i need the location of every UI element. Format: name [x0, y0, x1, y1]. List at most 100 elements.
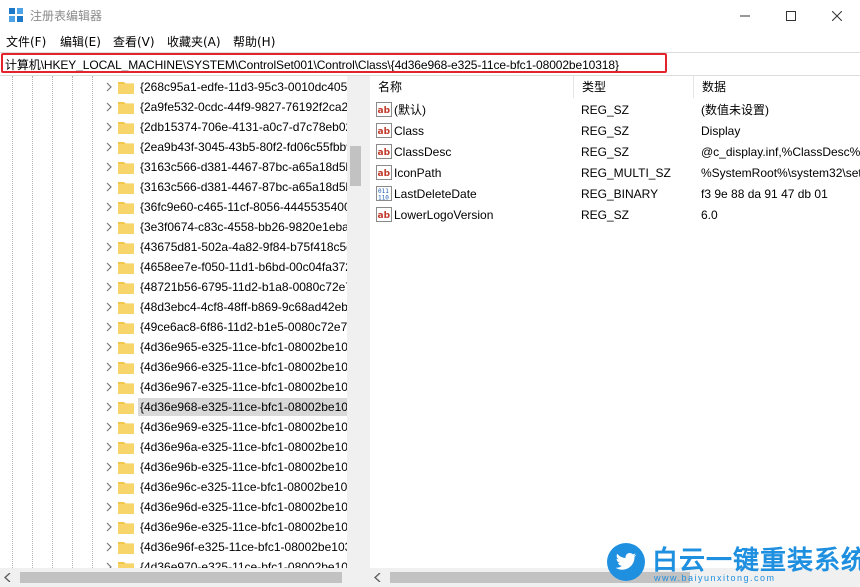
tree-item[interactable]: {2a9fe532-0cdc-44f9-9827-76192f2ca2fb}	[104, 97, 352, 117]
tree-guide-line	[12, 76, 13, 568]
svg-text:ab: ab	[378, 148, 391, 158]
tree-hscroll-thumb[interactable]	[20, 572, 342, 583]
tree-guide-line	[72, 76, 73, 568]
menu-view[interactable]: 查看(V)	[113, 33, 155, 50]
tree-item-label: {2ea9b43f-3045-43b5-80f2-fd06c55fbb90}	[140, 140, 352, 154]
tree-item[interactable]: {4d36e969-e325-11ce-bfc1-08002be10318}	[104, 417, 352, 437]
binary-value-icon: 011110	[376, 186, 392, 201]
chevron-right-icon[interactable]	[104, 321, 114, 333]
tree-item[interactable]: {268c95a1-edfe-11d3-95c3-0010dc4050a5}	[104, 77, 352, 97]
svg-text:110: 110	[378, 195, 389, 202]
tree-item-label: {3e3f0674-c83c-4558-bb26-9820e1eba5c5}	[140, 220, 352, 234]
tree-item[interactable]: {4d36e96b-e325-11ce-bfc1-08002be10318}	[104, 457, 352, 477]
value-data: Display	[701, 124, 741, 138]
chevron-right-icon[interactable]	[104, 261, 114, 273]
tree-item[interactable]: {4d36e966-e325-11ce-bfc1-08002be10318}	[104, 357, 352, 377]
value-row[interactable]: ab ClassDesc REG_SZ @c_display.inf,%ClassDe…	[370, 141, 860, 162]
tree-item[interactable]: {3163c566-d381-4467-87bc-a65a18d5b649}	[104, 177, 352, 197]
chevron-right-icon[interactable]	[104, 521, 114, 533]
value-name: LastDeleteDate	[394, 187, 477, 201]
value-row[interactable]: ab Class REG_SZ Display	[370, 120, 860, 141]
menu-file[interactable]: 文件(F)	[6, 33, 46, 50]
tree-item[interactable]: {2db15374-706e-4131-a0c7-d7c78eb0289a}	[104, 117, 352, 137]
chevron-right-icon[interactable]	[104, 381, 114, 393]
scroll-left-icon[interactable]	[4, 573, 12, 582]
column-data-header[interactable]: 数据	[694, 76, 860, 98]
tree-item[interactable]: {4658ee7e-f050-11d1-b6bd-00c04fa372a7}	[104, 257, 352, 277]
chevron-right-icon[interactable]	[104, 421, 114, 433]
minimize-button[interactable]	[722, 0, 768, 31]
tree-item[interactable]: {43675d81-502a-4a82-9f84-b75f418c5dea}	[104, 237, 352, 257]
chevron-right-icon[interactable]	[104, 121, 114, 133]
chevron-right-icon[interactable]	[104, 81, 114, 93]
value-row[interactable]: 011 110 LastDeleteDate REG_BINARY f3 9e 88 d…	[370, 183, 860, 204]
tree-item[interactable]: {3163c566-d381-4467-87bc-a65a18d5b648}	[104, 157, 352, 177]
tree-item[interactable]: {4d36e970-e325-11ce-bfc1-08002be10318}	[104, 557, 352, 568]
chevron-right-icon[interactable]	[104, 101, 114, 113]
maximize-icon	[786, 10, 796, 21]
tree-item[interactable]: {2ea9b43f-3045-43b5-80f2-fd06c55fbb90}	[104, 137, 352, 157]
folder-icon	[118, 102, 134, 114]
chevron-right-icon[interactable]	[104, 401, 114, 413]
chevron-right-icon[interactable]	[104, 341, 114, 353]
tree-item-label: {4d36e96a-e325-11ce-bfc1-08002be10318}	[140, 440, 352, 454]
tree-vertical-scrollbar[interactable]	[347, 76, 364, 568]
folder-icon	[118, 262, 134, 274]
string-value-icon: ab	[376, 102, 392, 117]
value-name: (默认)	[394, 103, 426, 117]
tree-item-label: {36fc9e60-c465-11cf-8056-444553540000}	[140, 200, 352, 214]
menu-favorites[interactable]: 收藏夹(A)	[167, 33, 221, 50]
tree-item-label: {4d36e96b-e325-11ce-bfc1-08002be10318}	[140, 460, 352, 474]
maximize-button[interactable]	[768, 0, 814, 31]
column-name-header[interactable]: 名称	[370, 76, 574, 98]
tree-item[interactable]: {4d36e96d-e325-11ce-bfc1-08002be10318}	[104, 497, 352, 517]
tree-item[interactable]: {3e3f0674-c83c-4558-bb26-9820e1eba5c5}	[104, 217, 352, 237]
chevron-right-icon[interactable]	[104, 541, 114, 553]
chevron-right-icon[interactable]	[104, 481, 114, 493]
menu-edit[interactable]: 编辑(E)	[60, 33, 101, 50]
chevron-right-icon[interactable]	[104, 361, 114, 373]
value-row[interactable]: ab IconPath REG_MULTI_SZ %SystemRoot%\syste…	[370, 162, 860, 183]
value-data: %SystemRoot%\system32\setupapi.dll,-1	[701, 166, 860, 180]
chevron-right-icon[interactable]	[104, 181, 114, 193]
tree-item[interactable]: {4d36e96e-e325-11ce-bfc1-08002be10318}	[104, 517, 352, 537]
close-button[interactable]	[814, 0, 860, 31]
tree-horizontal-scrollbar[interactable]	[0, 568, 364, 587]
folder-icon	[118, 282, 134, 294]
tree-item-label: {4d36e967-e325-11ce-bfc1-08002be10318}	[140, 380, 352, 394]
chevron-right-icon[interactable]	[104, 241, 114, 253]
column-type-header[interactable]: 类型	[574, 76, 694, 98]
chevron-right-icon[interactable]	[104, 501, 114, 513]
chevron-right-icon[interactable]	[104, 461, 114, 473]
tree-item[interactable]: {36fc9e60-c465-11cf-8056-444553540000}	[104, 197, 352, 217]
watermark-logo: 白云一键重装系统 www.baiyunxitong.com	[604, 540, 860, 584]
tree-item[interactable]: {4d36e968-e325-11ce-bfc1-08002be10318}	[104, 397, 352, 417]
chevron-right-icon[interactable]	[104, 441, 114, 453]
menu-help[interactable]: 帮助(H)	[233, 33, 275, 50]
tree-item[interactable]: {4d36e96f-e325-11ce-bfc1-08002be10318}	[104, 537, 352, 557]
tree-item[interactable]: {4d36e967-e325-11ce-bfc1-08002be10318}	[104, 377, 352, 397]
tree-item[interactable]: {49ce6ac8-6f86-11d2-b1e5-0080c72e74a2}	[104, 317, 352, 337]
chevron-right-icon[interactable]	[104, 141, 114, 153]
tree-item[interactable]: {48721b56-6795-11d2-b1a8-0080c72e74a2}	[104, 277, 352, 297]
value-row[interactable]: ab LowerLogoVersion REG_SZ 6.0	[370, 204, 860, 225]
tree-item[interactable]: {4d36e96a-e325-11ce-bfc1-08002be10318}	[104, 437, 352, 457]
chevron-right-icon[interactable]	[104, 201, 114, 213]
address-bar[interactable]: 计算机\HKEY_LOCAL_MACHINE\SYSTEM\ControlSet…	[0, 52, 860, 76]
chevron-right-icon[interactable]	[104, 281, 114, 293]
chevron-right-icon[interactable]	[104, 561, 114, 568]
tree-item[interactable]: {48d3ebc4-4cf8-48ff-b869-9c68ad42eb9f}	[104, 297, 352, 317]
value-row[interactable]: ab (默认) REG_SZ (数值未设置)	[370, 99, 860, 120]
tree-item[interactable]: {4d36e965-e325-11ce-bfc1-08002be10318}	[104, 337, 352, 357]
folder-icon	[118, 422, 134, 434]
tree-item-label: {48d3ebc4-4cf8-48ff-b869-9c68ad42eb9f}	[140, 300, 352, 314]
chevron-right-icon[interactable]	[104, 161, 114, 173]
folder-icon	[118, 522, 134, 534]
tree-scroll-thumb[interactable]	[350, 146, 361, 186]
chevron-right-icon[interactable]	[104, 221, 114, 233]
folder-icon	[118, 82, 134, 94]
chevron-right-icon[interactable]	[104, 301, 114, 313]
value-list: 名称 类型 数据 ab (默认) REG_SZ (数值未设置) ab Class REG_S…	[370, 76, 860, 568]
scroll-left-icon[interactable]	[374, 573, 382, 582]
tree-item[interactable]: {4d36e96c-e325-11ce-bfc1-08002be10318}	[104, 477, 352, 497]
